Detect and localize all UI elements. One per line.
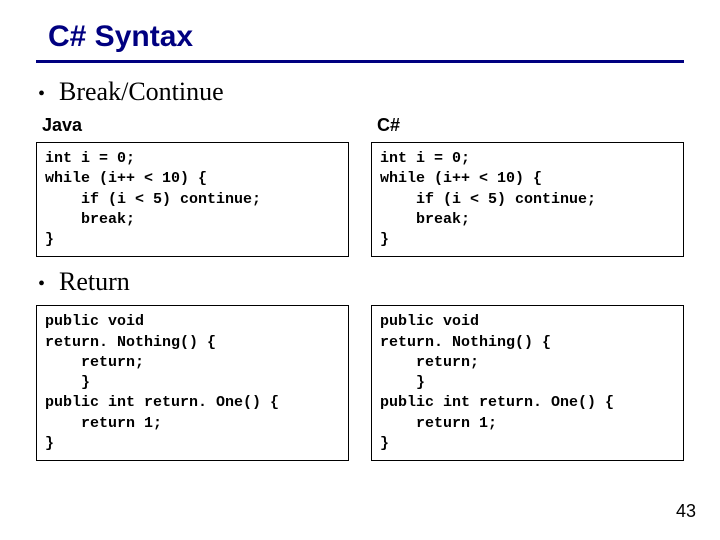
slide: C# Syntax • Break/Continue Java int i = … (0, 0, 720, 540)
code-col-java-1: Java int i = 0; while (i++ < 10) { if (i… (36, 115, 349, 257)
code-box: int i = 0; while (i++ < 10) { if (i < 5)… (371, 142, 684, 257)
code-box: public void return. Nothing() { return; … (36, 305, 349, 461)
bullet-label: Return (59, 267, 130, 297)
page-title: C# Syntax (48, 20, 684, 54)
code-box: int i = 0; while (i++ < 10) { if (i < 5)… (36, 142, 349, 257)
bullet-label: Break/Continue (59, 77, 224, 107)
code-col-csharp-2: public void return. Nothing() { return; … (371, 305, 684, 461)
code-row-2: public void return. Nothing() { return; … (36, 305, 684, 461)
bullet-dot-icon: • (38, 274, 45, 294)
code-box: public void return. Nothing() { return; … (371, 305, 684, 461)
lang-label-java: Java (42, 115, 349, 136)
code-col-csharp-1: C# int i = 0; while (i++ < 10) { if (i <… (371, 115, 684, 257)
title-rule (36, 60, 684, 63)
bullet-dot-icon: • (38, 84, 45, 104)
lang-label-csharp: C# (377, 115, 684, 136)
page-number: 43 (676, 501, 696, 522)
code-row-1: Java int i = 0; while (i++ < 10) { if (i… (36, 115, 684, 257)
bullet-return: • Return (36, 267, 684, 297)
bullet-break-continue: • Break/Continue (36, 77, 684, 107)
code-col-java-2: public void return. Nothing() { return; … (36, 305, 349, 461)
